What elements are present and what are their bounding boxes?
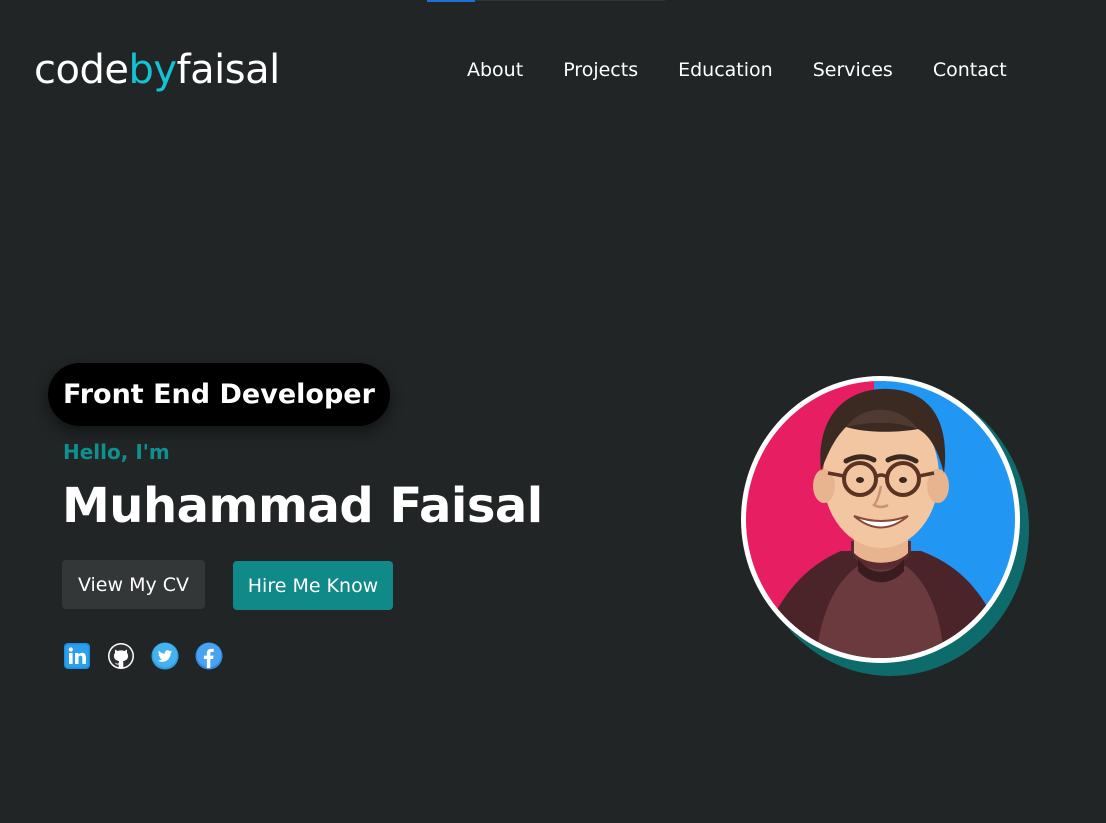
linkedin-icon[interactable] <box>63 642 91 670</box>
hero-greeting: Hello, I'm <box>63 440 170 464</box>
github-icon[interactable] <box>107 642 135 670</box>
avatar-illustration <box>746 381 1015 658</box>
nav-item-services[interactable]: Services <box>813 56 893 84</box>
logo-part-by: by <box>128 47 177 93</box>
view-cv-button[interactable]: View My CV <box>62 560 205 609</box>
avatar-frame <box>741 376 1020 663</box>
logo-part-faisal: faisal <box>176 47 281 93</box>
main-nav: About Projects Education Services Contac… <box>467 56 1007 84</box>
site-logo[interactable]: codebyfaisal <box>34 46 280 94</box>
scroll-progress-track <box>475 0 665 1</box>
scroll-progress-indicator <box>427 0 475 2</box>
nav-item-about[interactable]: About <box>467 56 523 84</box>
nav-item-contact[interactable]: Contact <box>933 56 1007 84</box>
nav-item-education[interactable]: Education <box>678 56 773 84</box>
hire-me-button[interactable]: Hire Me Know <box>233 561 393 610</box>
nav-item-projects[interactable]: Projects <box>563 56 638 84</box>
profile-avatar <box>738 372 1030 676</box>
twitter-icon[interactable] <box>151 642 179 670</box>
role-badge: Front End Developer <box>48 363 390 426</box>
facebook-icon[interactable] <box>195 642 223 670</box>
social-links <box>63 642 223 670</box>
logo-part-code: code <box>34 47 129 93</box>
hero-name: Muhammad Faisal <box>62 478 543 534</box>
